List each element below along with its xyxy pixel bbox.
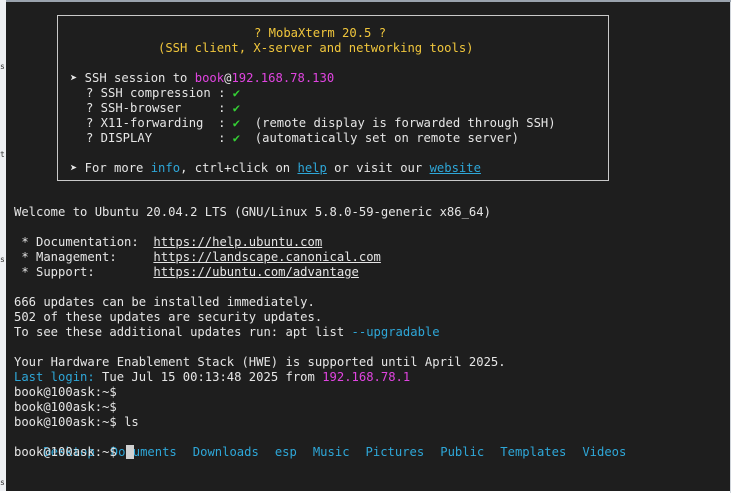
updates-hint: To see these additional updates run: apt… <box>14 325 352 339</box>
feature-x11-forwarding: ? X11-forwarding : ✔ (remote display is … <box>86 116 556 131</box>
directory-entry: Videos <box>582 445 627 459</box>
management-line: * Management: https://landscape.canonica… <box>14 250 381 265</box>
support-line: * Support: https://ubuntu.com/advantage <box>14 265 359 280</box>
support-link[interactable]: https://ubuntu.com/advantage <box>153 265 358 279</box>
prompt-line: book@100ask:~$ <box>14 385 117 399</box>
check-icon: ✔ <box>232 116 241 130</box>
more-prefix: ➤ For more <box>70 161 151 175</box>
more-mid: , ctrl+click on <box>180 161 298 175</box>
feature-label: ? DISPLAY : <box>86 131 233 145</box>
hwe-line: Your Hardware Enablement Stack (HWE) is … <box>14 355 506 369</box>
last-login-ip: 192.168.78.1 <box>322 370 411 384</box>
prompt-line: book@100ask:~$ <box>14 400 117 414</box>
directory-entry: Pictures <box>365 445 425 459</box>
updates-line-2: 502 of these updates are security update… <box>14 310 323 324</box>
updates-line-3: To see these additional updates run: apt… <box>14 325 440 340</box>
last-login-label: Last login: <box>14 370 95 384</box>
feature-ssh-browser: ? SSH-browser : ✔ <box>86 101 240 116</box>
feature-ssh-compression: ? SSH compression : ✔ <box>86 86 240 101</box>
session-prefix: ➤ SSH session to <box>70 71 195 85</box>
management-label: * Management: <box>14 250 154 264</box>
directory-entry: Music <box>312 445 350 459</box>
documentation-link[interactable]: https://help.ubuntu.com <box>153 235 322 249</box>
feature-note: (automatically set on remote server) <box>240 131 519 145</box>
mobaxterm-banner: ? MobaXterm 20.5 ? (SSH client, X-server… <box>57 15 609 181</box>
more-info-line: ➤ For more info, ctrl+click on help or v… <box>70 161 481 176</box>
session-host: 192.168.78.130 <box>231 71 335 85</box>
feature-note: (remote display is forwarded through SSH… <box>240 116 556 130</box>
feature-label: ? SSH compression : <box>86 86 233 100</box>
website-link[interactable]: website <box>430 161 481 175</box>
feature-label: ? X11-forwarding : <box>86 116 233 130</box>
feature-label: ? SSH-browser : <box>86 101 233 115</box>
directory-entry: Downloads <box>192 445 259 459</box>
directory-entry: Public <box>440 445 485 459</box>
welcome-line: Welcome to Ubuntu 20.04.2 LTS (GNU/Linux… <box>14 205 491 219</box>
command-text: ls <box>116 415 139 429</box>
check-icon: ✔ <box>232 101 241 115</box>
banner-subtitle: (SSH client, X-server and networking too… <box>158 41 474 55</box>
prompt: book@100ask:~$ <box>14 445 117 459</box>
session-user: book <box>194 71 225 85</box>
documentation-line: * Documentation: https://help.ubuntu.com <box>14 235 322 250</box>
session-line: ➤ SSH session to book@192.168.78.130 <box>70 71 334 86</box>
banner-title: ? MobaXterm 20.5 ? <box>254 26 387 40</box>
terminal-cursor <box>126 445 135 459</box>
help-link[interactable]: help <box>297 161 326 175</box>
command-line: book@100ask:~$ ls <box>14 415 139 430</box>
prompt: book@100ask:~$ <box>14 415 117 429</box>
updates-line-1: 666 updates can be installed immediately… <box>14 295 315 309</box>
directory-entry: Templates <box>500 445 567 459</box>
info-link[interactable]: info <box>151 161 180 175</box>
check-icon: ✔ <box>232 86 241 100</box>
ls-output: Desktop Documents Downloads esp Music Picture… <box>14 430 626 459</box>
support-label: * Support: <box>14 265 154 279</box>
management-link[interactable]: https://landscape.canonical.com <box>153 250 380 264</box>
active-prompt-line[interactable]: book@100ask:~$ <box>14 445 135 460</box>
more-visit: or visit our <box>326 161 430 175</box>
last-login-line: Last login: Tue Jul 15 00:13:48 2025 fro… <box>14 370 410 385</box>
terminal-screen[interactable]: ? MobaXterm 20.5 ? (SSH client, X-server… <box>6 0 731 493</box>
feature-display: ? DISPLAY : ✔ (automatically set on remo… <box>86 131 519 146</box>
upgradable-flag: --upgradable <box>351 325 440 339</box>
last-login-date: Tue Jul 15 00:13:48 2025 from <box>94 370 323 384</box>
directory-entry: esp <box>274 445 297 459</box>
documentation-label: * Documentation: <box>14 235 154 249</box>
check-icon: ✔ <box>232 131 241 145</box>
